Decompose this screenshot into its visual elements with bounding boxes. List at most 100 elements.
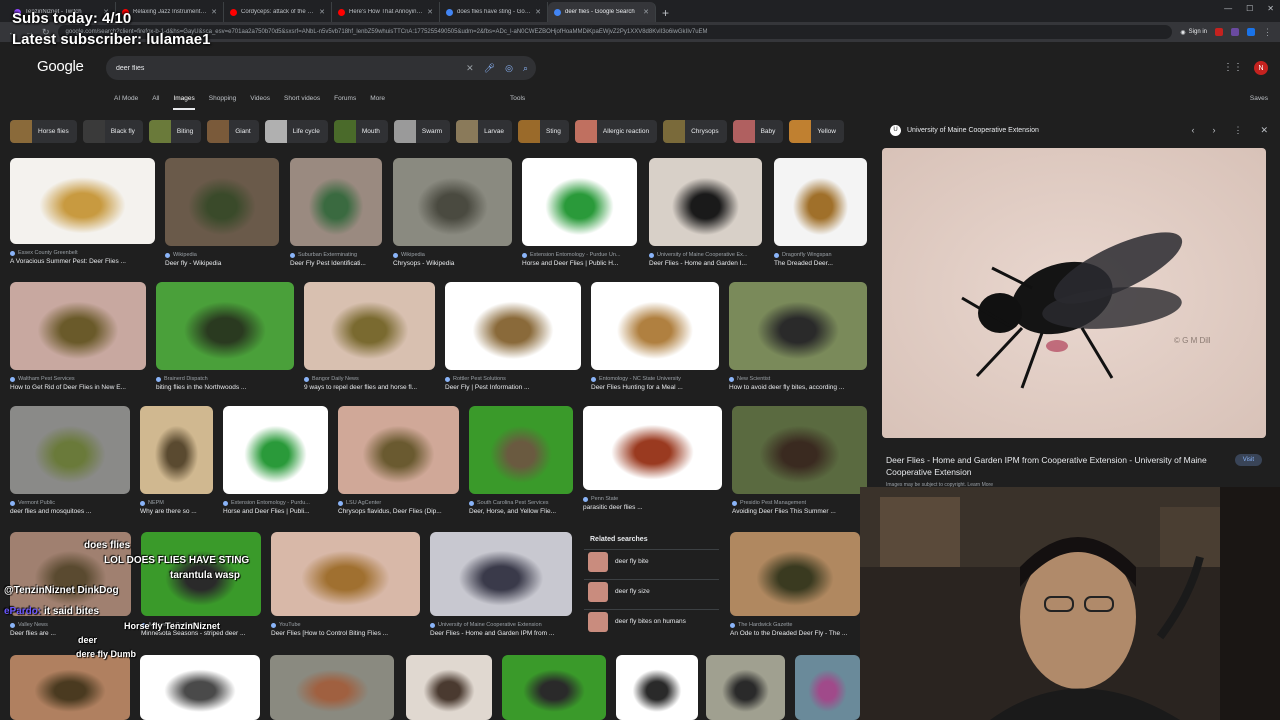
browser-tab[interactable]: Relaxing Jazz Instrumental Mu... ✕ — [116, 2, 224, 22]
result-caption[interactable]: Horse and Deer Flies | Public H... — [522, 260, 637, 267]
google-logo[interactable]: Google — [37, 58, 84, 75]
result-thumbnail[interactable] — [591, 282, 719, 370]
extension-icon[interactable] — [1247, 28, 1255, 36]
filter-chip[interactable]: Larvae — [456, 120, 513, 143]
result-caption[interactable]: Deer, Horse, and Yellow Flie... — [469, 508, 573, 515]
close-icon[interactable]: ✕ — [1260, 125, 1268, 136]
tab-close-icon[interactable]: ✕ — [211, 8, 217, 16]
result-caption[interactable]: Why are there so ... — [140, 508, 213, 515]
apps-grid-icon[interactable]: ⋮⋮ — [1223, 62, 1243, 73]
result-caption[interactable]: parasitic deer flies ... — [583, 504, 722, 511]
filter-chip[interactable]: Horse flies — [10, 120, 77, 143]
next-icon[interactable]: › — [1212, 125, 1215, 135]
result-source[interactable]: NEPM — [140, 500, 213, 506]
result-caption[interactable]: Deer Fly Pest Identificati... — [290, 260, 382, 267]
result-source[interactable]: Penn State — [583, 496, 722, 502]
image-result[interactable]: LSU AgCenter Chrysops flavidus, Deer Flie… — [338, 406, 459, 515]
filter-chip[interactable]: Chrysops — [663, 120, 727, 143]
result-source[interactable]: Rottler Pest Solutions — [445, 376, 581, 382]
image-result[interactable]: NEPM Why are there so ... — [140, 406, 213, 515]
image-result[interactable]: Rottler Pest Solutions Deer Fly | Pest In… — [445, 282, 581, 391]
result-thumbnail[interactable] — [393, 158, 512, 246]
browser-tab[interactable]: Cordyceps: attack of the killer f... ✕ — [224, 2, 332, 22]
result-source[interactable]: Wikipedia — [165, 252, 279, 258]
image-result[interactable] — [406, 655, 492, 720]
result-thumbnail[interactable] — [616, 655, 698, 720]
result-thumbnail[interactable] — [406, 655, 492, 720]
tab-close-icon[interactable]: ✕ — [427, 8, 433, 16]
browser-tab[interactable]: Here's How That Annoying Fly ... ✕ — [332, 2, 440, 22]
result-caption[interactable]: biting flies in the Northwoods ... — [156, 384, 294, 391]
image-result[interactable] — [706, 655, 785, 720]
result-caption[interactable]: The Dreaded Deer... — [774, 260, 867, 267]
result-thumbnail[interactable] — [338, 406, 459, 494]
tab-forums[interactable]: Forums — [334, 95, 356, 110]
result-thumbnail[interactable] — [10, 282, 146, 370]
image-result[interactable]: Wikipedia Chrysops - Wikipedia — [393, 158, 512, 267]
image-result[interactable]: Suburban Exterminating Deer Fly Pest Iden… — [290, 158, 382, 267]
voice-search-icon[interactable]: 🎤︎ — [484, 63, 495, 74]
result-caption[interactable]: 9 ways to repel deer flies and horse fl.… — [304, 384, 435, 391]
tab-all[interactable]: All — [152, 95, 159, 110]
image-result[interactable]: Dragonfly Wingspan The Dreaded Deer... — [774, 158, 867, 267]
result-thumbnail[interactable] — [522, 158, 637, 246]
result-thumbnail[interactable] — [732, 406, 867, 494]
result-thumbnail[interactable] — [140, 406, 213, 494]
result-caption[interactable]: Avoiding Deer Flies This Summer ... — [732, 508, 867, 515]
result-thumbnail[interactable] — [290, 158, 382, 246]
result-source[interactable]: Bangor Daily News — [304, 376, 435, 382]
result-caption[interactable]: Deer Flies Hunting for a Meal ... — [591, 384, 719, 391]
result-thumbnail[interactable] — [430, 532, 572, 616]
result-thumbnail[interactable] — [10, 655, 130, 720]
tab-images[interactable]: Images — [173, 95, 195, 110]
extension-icon[interactable] — [1231, 28, 1239, 36]
menu-icon[interactable]: ⋮ — [1263, 27, 1272, 38]
result-thumbnail[interactable] — [706, 655, 785, 720]
lens-icon[interactable]: ◎ — [505, 63, 513, 74]
filter-chip[interactable]: Life cycle — [264, 120, 328, 143]
panel-source[interactable]: University of Maine Cooperative Extensio… — [907, 127, 1173, 134]
image-result[interactable]: Waltham Pest Services How to Get Rid of D… — [10, 282, 146, 391]
result-thumbnail[interactable] — [445, 282, 581, 370]
result-caption[interactable]: Horse and Deer Flies | Publi... — [223, 508, 328, 515]
extension-icon[interactable] — [1215, 28, 1223, 36]
result-caption[interactable]: deer flies and mosquitoes ... — [10, 508, 130, 515]
clear-icon[interactable]: ✕ — [466, 63, 474, 74]
result-source[interactable]: Suburban Exterminating — [290, 252, 382, 258]
related-item[interactable]: deer fly size — [584, 579, 719, 603]
image-result[interactable] — [795, 655, 860, 720]
result-source[interactable]: LSU AgCenter — [338, 500, 459, 506]
image-result[interactable]: Extension Entomology - Purdue Un... Horse… — [522, 158, 637, 267]
image-result[interactable]: Wikipedia Deer fly - Wikipedia — [165, 158, 279, 267]
filter-chip[interactable]: Swarm — [393, 120, 451, 143]
result-caption[interactable]: How to avoid deer fly bites, according .… — [729, 384, 867, 391]
result-caption[interactable]: Deer Flies - Home and Garden IPM from ..… — [430, 630, 572, 637]
result-caption[interactable]: A Voracious Summer Pest: Deer Flies ... — [10, 258, 155, 265]
result-thumbnail[interactable] — [10, 158, 155, 244]
result-source[interactable]: University of Maine Cooperative Ex... — [649, 252, 762, 258]
related-item[interactable]: deer fly bites on humans — [584, 609, 719, 633]
tab-videos[interactable]: Videos — [250, 95, 270, 110]
panel-title[interactable]: Deer Flies - Home and Garden IPM from Co… — [886, 454, 1216, 478]
result-thumbnail[interactable] — [165, 158, 279, 246]
result-thumbnail[interactable] — [774, 158, 867, 246]
filter-chip[interactable]: Sting — [518, 120, 569, 143]
image-result[interactable] — [270, 655, 394, 720]
tab-more[interactable]: More — [370, 95, 385, 110]
result-source[interactable]: Essex County Greenbelt — [10, 250, 155, 256]
result-caption[interactable]: Deer Fly | Pest Information ... — [445, 384, 581, 391]
preview-image[interactable]: © G M Dill — [882, 148, 1266, 438]
result-caption[interactable]: An Ode to the Dreaded Deer Fly - The ... — [730, 630, 860, 637]
image-result[interactable]: Penn State parasitic deer flies ... — [583, 406, 722, 511]
avatar[interactable]: N — [1254, 61, 1268, 75]
more-options-icon[interactable]: ⋮ — [1233, 125, 1242, 136]
prev-icon[interactable]: ‹ — [1191, 125, 1194, 135]
result-source[interactable]: Presidio Pest Management — [732, 500, 867, 506]
result-thumbnail[interactable] — [223, 406, 328, 494]
result-thumbnail[interactable] — [304, 282, 435, 370]
result-source[interactable]: Dragonfly Wingspan — [774, 252, 867, 258]
tab-short-videos[interactable]: Short videos — [284, 95, 320, 110]
search-box[interactable]: ✕ 🎤︎ ◎ ⌕ — [106, 56, 536, 80]
filter-chip[interactable]: Baby — [732, 120, 784, 143]
result-thumbnail[interactable] — [469, 406, 573, 494]
